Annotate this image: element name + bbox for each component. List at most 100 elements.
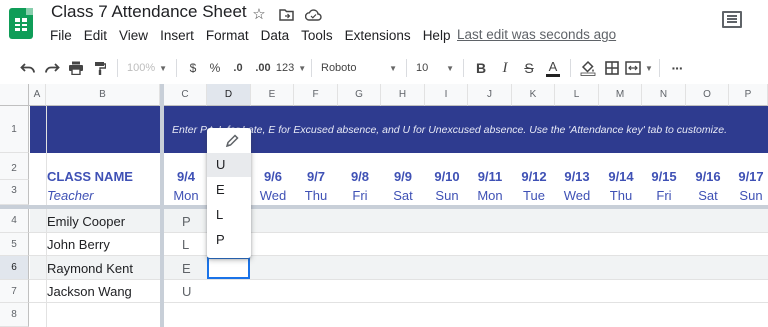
menu-edit[interactable]: Edit [78,26,113,46]
merge-cells-icon[interactable]: ▼ [624,56,654,80]
column-header-m[interactable]: M [599,84,642,106]
date-cell[interactable]: 9/13 [555,169,599,184]
column-header-a[interactable]: A [29,84,46,106]
font-family-select[interactable]: Roboto ▼ [317,56,401,80]
date-cell[interactable]: 9/11 [468,169,512,184]
menu-help[interactable]: Help [417,26,457,46]
sheets-logo-icon[interactable] [9,8,33,39]
weekday-cell[interactable]: Sun [425,188,469,203]
column-header-k[interactable]: K [512,84,555,106]
select-all-corner[interactable] [0,84,29,106]
row-header-8[interactable]: 8 [0,303,29,327]
weekday-cell[interactable]: Sat [381,188,425,203]
date-cell[interactable]: 9/7 [294,169,338,184]
date-cell[interactable]: 9/15 [642,169,686,184]
edit-pencil-icon[interactable] [224,133,240,149]
menu-file[interactable]: File [44,26,78,46]
increase-decimal-button[interactable]: .00 [250,56,276,80]
active-cell-d6[interactable] [207,257,250,279]
date-cell[interactable]: 9/14 [599,169,643,184]
move-folder-icon[interactable] [277,5,295,23]
dropdown-option-p[interactable]: P [207,228,251,252]
weekday-cell[interactable]: Fri [338,188,382,203]
column-header-b[interactable]: B [46,84,160,106]
weekday-cell[interactable]: Wed [251,188,295,203]
date-cell[interactable]: 9/16 [686,169,730,184]
row-header-2[interactable]: 2 [0,153,29,180]
column-header-e[interactable]: E [251,84,294,106]
column-header-g[interactable]: G [338,84,381,106]
row-header-1[interactable]: 1 [0,106,29,153]
date-cell[interactable]: 9/8 [338,169,382,184]
strikethrough-button[interactable]: S [517,56,541,80]
row-header-6[interactable]: 6 [0,256,29,280]
cloud-saved-icon[interactable] [304,5,322,23]
date-cell[interactable]: 9/4 [164,169,208,184]
dropdown-option-u[interactable]: U [207,153,251,177]
fill-color-icon[interactable] [576,56,600,80]
column-header-i[interactable]: I [425,84,468,106]
column-header-j[interactable]: J [468,84,512,106]
student-name-cell[interactable]: Raymond Kent [47,261,133,276]
student-name-cell[interactable]: Jackson Wang [47,284,132,299]
column-header-l[interactable]: L [555,84,599,106]
borders-icon[interactable] [600,56,624,80]
class-name-label[interactable]: CLASS NAME [47,169,133,184]
text-color-button[interactable]: A [541,56,565,80]
row-header-3[interactable]: 3 [0,180,29,205]
date-cell[interactable]: 9/6 [251,169,295,184]
menu-data[interactable]: Data [255,26,296,46]
column-header-f[interactable]: F [294,84,338,106]
weekday-cell[interactable]: Sun [729,188,768,203]
menu-format[interactable]: Format [200,26,255,46]
more-options-button[interactable]: ··· [665,56,689,80]
date-cell[interactable]: 9/17 [729,169,768,184]
frozen-row-divider[interactable] [0,205,768,209]
attendance-cell[interactable]: P [182,214,191,229]
column-header-o[interactable]: O [686,84,729,106]
dropdown-option-e[interactable]: E [207,178,251,202]
menu-tools[interactable]: Tools [295,26,339,46]
menu-view[interactable]: View [113,26,154,46]
attendance-cell[interactable]: U [182,284,191,299]
column-header-d[interactable]: D [207,84,251,106]
document-title[interactable]: Class 7 Attendance Sheet [51,2,247,22]
more-formats-button[interactable]: 123 ▼ [276,56,306,80]
font-size-select[interactable]: 10 ▼ [412,56,458,80]
date-cell[interactable]: 9/10 [425,169,469,184]
redo-icon[interactable] [40,56,64,80]
teacher-label[interactable]: Teacher [47,188,94,203]
menu-insert[interactable]: Insert [154,26,200,46]
row-header-7[interactable]: 7 [0,280,29,303]
bold-button[interactable]: B [469,56,493,80]
date-cell[interactable]: 9/12 [512,169,556,184]
paint-format-icon[interactable] [88,56,112,80]
menu-extensions[interactable]: Extensions [339,26,417,46]
column-header-c[interactable]: C [164,84,207,106]
column-header-p[interactable]: P [729,84,768,106]
weekday-cell[interactable]: Wed [555,188,599,203]
weekday-cell[interactable]: Mon [164,188,208,203]
italic-button[interactable]: I [493,56,517,80]
student-name-cell[interactable]: John Berry [47,237,110,252]
comment-history-icon[interactable] [720,10,742,30]
star-icon[interactable]: ☆ [250,5,268,23]
weekday-cell[interactable]: Thu [599,188,643,203]
last-edit-link[interactable]: Last edit was seconds ago [457,27,616,42]
row-header-4[interactable]: 4 [0,209,29,233]
date-cell[interactable]: 9/9 [381,169,425,184]
weekday-cell[interactable]: Sat [686,188,730,203]
weekday-cell[interactable]: Thu [294,188,338,203]
attendance-cell[interactable]: E [182,261,191,276]
column-header-h[interactable]: H [381,84,425,106]
row-header-5[interactable]: 5 [0,233,29,256]
undo-icon[interactable] [16,56,40,80]
attendance-cell[interactable]: L [182,237,189,252]
column-header-n[interactable]: N [642,84,686,106]
weekday-cell[interactable]: Tue [512,188,556,203]
decrease-decimal-button[interactable]: .0 [226,56,250,80]
currency-button[interactable]: $ [182,56,204,80]
percent-button[interactable]: % [204,56,226,80]
zoom-select[interactable]: 100% ▼ [123,56,171,80]
dropdown-option-l[interactable]: L [207,203,251,227]
